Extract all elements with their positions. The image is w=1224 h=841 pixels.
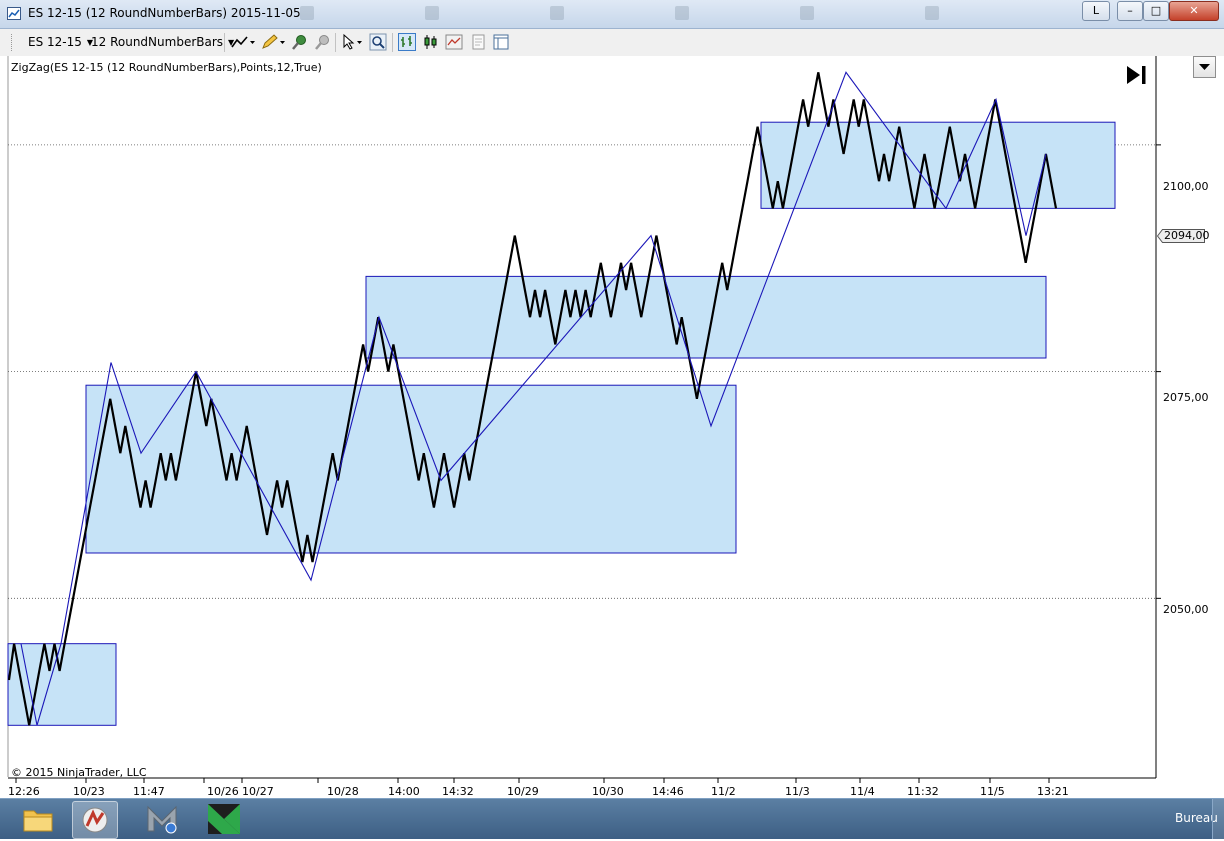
time-axis-label: 11:32 [907,785,939,798]
toolbar-separator [224,33,225,52]
price-axis-label: 2075,00 [1163,391,1209,404]
m-app-icon [147,805,177,834]
green-app-icon [208,804,240,834]
app-icon [675,6,689,20]
background-tab[interactable] [675,3,785,23]
minimize-button[interactable]: – [1117,1,1143,21]
time-axis-label: 11/5 [980,785,1005,798]
app-icon [425,6,439,20]
copyright-text: © 2015 NinjaTrader, LLC [11,766,147,779]
layout-icon[interactable] [492,33,510,51]
price-range-box[interactable] [85,384,737,554]
cursor-icon[interactable] [341,33,365,51]
time-axis-label: 14:46 [652,785,684,798]
maximize-button[interactable]: □ [1143,1,1169,21]
properties-icon[interactable] [469,33,487,51]
indicator-label: ZigZag(ES 12-15 (12 RoundNumberBars),Poi… [11,61,322,74]
price-chart[interactable] [0,56,1224,798]
last-price-badge: 2094,00 [1157,229,1210,243]
close-button[interactable]: ✕ [1169,1,1219,21]
background-tab[interactable] [550,3,660,23]
chart-menu-dropdown[interactable] [1193,56,1216,78]
taskbar-ninjatrader[interactable] [72,801,118,839]
taskbar-explorer[interactable] [16,801,60,837]
app-icon [300,6,314,20]
time-axis-label: 11/4 [850,785,875,798]
indicator-icon[interactable] [445,33,463,51]
instrument-label: ES 12-15 [28,35,82,49]
title-bar: ES 12-15 (12 RoundNumberBars) 2015-11-05… [0,0,1224,29]
toolbar-separator [392,33,393,52]
time-axis-label: 10/29 [507,785,539,798]
windows-taskbar: Bureau [0,798,1224,839]
time-axis-label: 11/3 [785,785,810,798]
last-price-value: 2094,00 [1164,229,1210,242]
time-axis-label: 10/27 [242,785,274,798]
interval-selector[interactable]: 12 RoundNumberBars ▼ [91,35,234,49]
time-axis-label: 10/26 [207,785,239,798]
price-axis-label: 2100,00 [1163,180,1209,193]
app-icon [550,6,564,20]
time-axis-label: 10/23 [73,785,105,798]
zoom-icon[interactable] [369,33,387,51]
background-tab[interactable] [800,3,910,23]
toolbar-grip[interactable] [11,34,14,51]
line-drawing-icon[interactable] [230,33,256,51]
time-axis-label: 14:00 [388,785,420,798]
chart-toolbar: ES 12-15 ▼ 12 RoundNumberBars ▼ [0,29,1224,57]
background-window-tabs [300,3,1060,23]
time-axis-label: 14:32 [442,785,474,798]
pencil-icon[interactable] [260,33,286,51]
magnet-icon[interactable] [290,33,308,51]
crosshair-icon[interactable] [313,33,331,51]
background-tab[interactable] [300,3,410,23]
instrument-selector[interactable]: ES 12-15 ▼ [28,35,93,49]
price-axis-label: 2050,00 [1163,603,1209,616]
l-button[interactable]: L [1082,1,1110,21]
toolbar-separator [335,33,336,52]
taskbar-app-green[interactable] [202,801,246,837]
interval-label: 12 RoundNumberBars [91,35,224,49]
show-desktop-button[interactable] [1212,799,1224,839]
ninjatrader-logo-icon [82,807,108,833]
time-axis-label: 11:47 [133,785,165,798]
time-axis-label: 10/28 [327,785,359,798]
chart-panel[interactable]: ZigZag(ES 12-15 (12 RoundNumberBars),Poi… [0,56,1224,798]
time-axis-label: 12:26 [8,785,40,798]
time-axis-label: 11/2 [711,785,736,798]
app-icon [800,6,814,20]
time-axis-label: 13:21 [1037,785,1069,798]
scroll-to-end-icon[interactable] [1125,64,1149,86]
candlestick-icon[interactable] [422,33,440,51]
folder-icon [23,810,53,832]
bar-style-icon[interactable] [398,33,416,51]
taskbar-app-m[interactable] [140,801,184,837]
time-axis-label: 10/30 [592,785,624,798]
chevron-down-icon [1199,64,1210,70]
app-icon [925,6,939,20]
window-title: ES 12-15 (12 RoundNumberBars) 2015-11-05 [28,6,301,20]
background-tab[interactable] [925,3,1035,23]
chart-app-icon [7,7,21,20]
background-tab[interactable] [425,3,535,23]
